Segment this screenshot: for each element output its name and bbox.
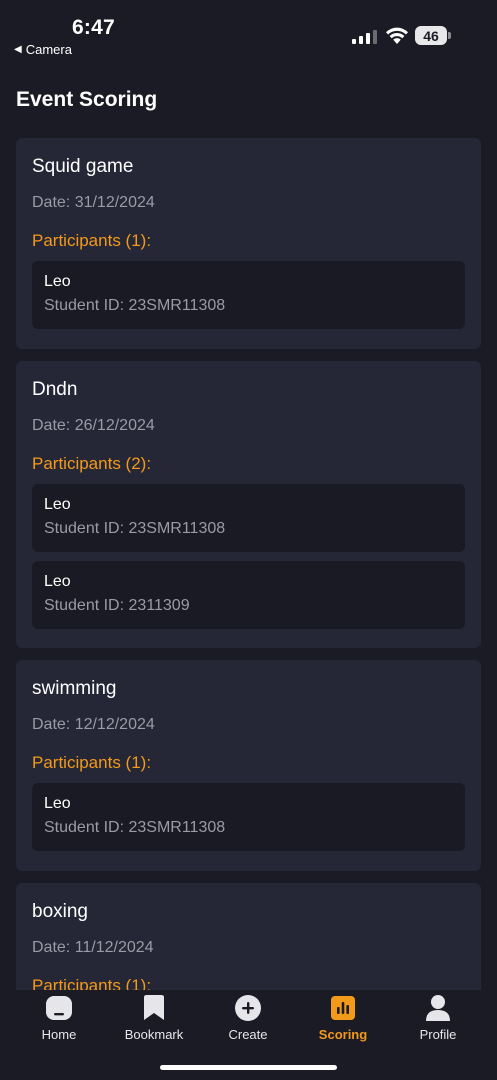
tab-create[interactable]: Create: [203, 994, 293, 1042]
participant-item[interactable]: Leo Student ID: 23SMR11308: [32, 484, 465, 552]
participant-student-id: Student ID: 23SMR11308: [44, 819, 226, 836]
status-time: 6:47: [72, 16, 115, 39]
tab-label: Create: [228, 1027, 268, 1042]
tab-bookmark[interactable]: Bookmark: [109, 994, 199, 1042]
event-name: Dndn: [32, 379, 78, 400]
page-title: Event Scoring: [16, 88, 158, 111]
participant-student-id: Student ID: 23SMR11308: [44, 297, 226, 314]
event-name: Squid game: [32, 156, 134, 177]
tab-label: Profile: [419, 1027, 457, 1042]
participant-item[interactable]: Leo Student ID: 2311309: [32, 561, 465, 629]
tab-label: Home: [41, 1027, 77, 1042]
back-to-camera-link[interactable]: ◀ Camera: [14, 42, 72, 57]
cellular-signal-icon: [352, 30, 377, 44]
person-icon: [423, 994, 453, 1022]
participant-name: Leo: [44, 496, 71, 513]
participant-item[interactable]: Leo Student ID: 23SMR11308: [32, 783, 465, 851]
participant-student-id: Student ID: 2311309: [44, 597, 190, 614]
event-card[interactable]: boxing Date: 11/12/2024 Participants (1)…: [16, 883, 481, 990]
event-date: Date: 31/12/2024: [32, 194, 155, 211]
battery-icon: 46: [415, 26, 451, 45]
participants-heading: Participants (1):: [32, 753, 152, 772]
tab-home[interactable]: Home: [14, 994, 104, 1042]
bookmark-icon: [139, 994, 169, 1022]
event-card[interactable]: swimming Date: 12/12/2024 Participants (…: [16, 660, 481, 871]
participants-heading: Participants (2):: [32, 454, 152, 473]
participant-name: Leo: [44, 795, 71, 812]
event-name: boxing: [32, 901, 88, 922]
tab-label: Bookmark: [124, 1027, 184, 1042]
battery-level: 46: [415, 26, 447, 45]
participant-student-id: Student ID: 23SMR11308: [44, 520, 226, 537]
tab-label: Scoring: [318, 1027, 368, 1042]
plus-circle-icon: [233, 994, 263, 1022]
app-screen: 6:47 ◀ Camera 46 Event Scoring Squid gam…: [0, 0, 497, 1080]
event-date: Date: 26/12/2024: [32, 417, 155, 434]
event-name: swimming: [32, 678, 117, 699]
event-card[interactable]: Squid game Date: 31/12/2024 Participants…: [16, 138, 481, 349]
participant-item[interactable]: Leo Student ID: 23SMR11308: [32, 261, 465, 329]
tab-profile[interactable]: Profile: [393, 994, 483, 1042]
event-card[interactable]: Dndn Date: 26/12/2024 Participants (2): …: [16, 361, 481, 648]
status-bar: 6:47 ◀ Camera 46: [0, 0, 497, 70]
back-arrow-icon: ◀: [14, 44, 22, 55]
home-icon: [44, 994, 74, 1022]
event-date: Date: 12/12/2024: [32, 716, 155, 733]
back-link-label: Camera: [25, 42, 72, 57]
event-date: Date: 11/12/2024: [32, 939, 154, 956]
participants-heading: Participants (1):: [32, 231, 152, 250]
tab-scoring[interactable]: Scoring: [298, 994, 388, 1042]
participant-name: Leo: [44, 273, 71, 290]
event-list[interactable]: Squid game Date: 31/12/2024 Participants…: [16, 138, 481, 990]
wifi-icon: [385, 26, 409, 50]
participants-heading: Participants (1):: [32, 976, 152, 990]
participant-name: Leo: [44, 573, 71, 590]
bar-chart-icon: [328, 994, 358, 1022]
home-indicator[interactable]: [160, 1065, 337, 1070]
